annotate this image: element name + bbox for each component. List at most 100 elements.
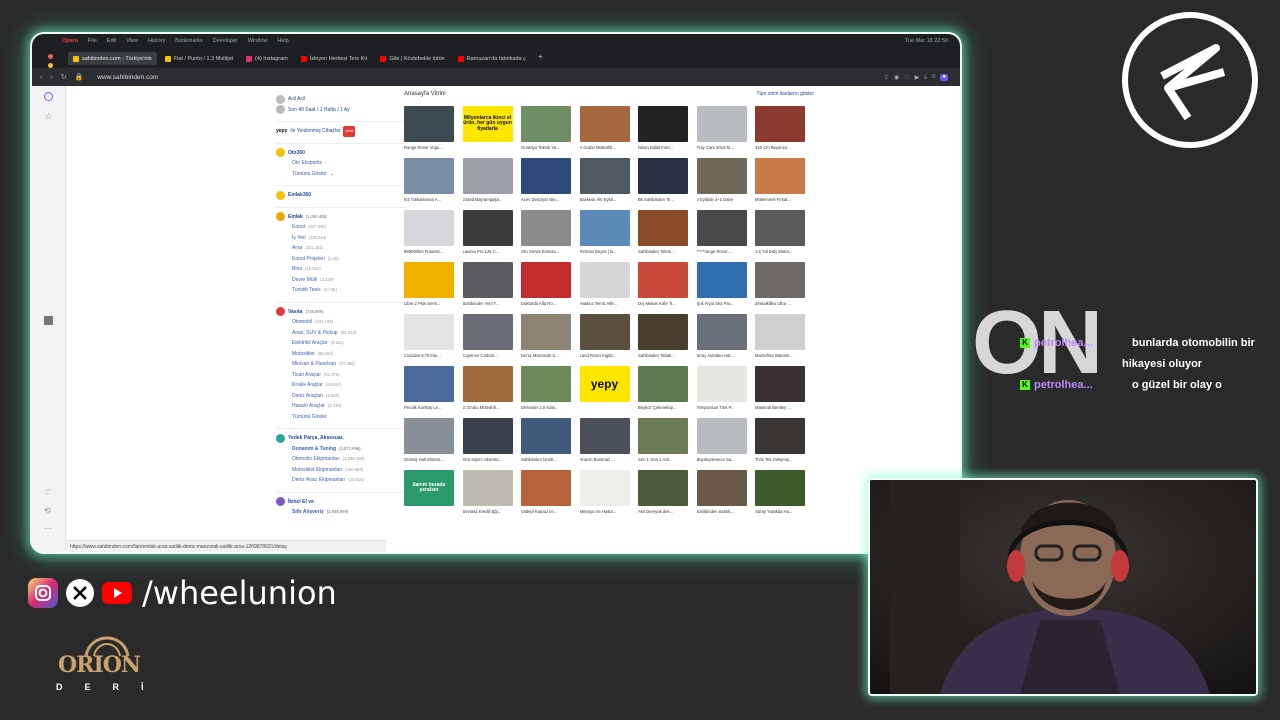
showcase-item[interactable]: Beykoz Çekmeköp... bbox=[638, 366, 688, 416]
listing-caption[interactable]: Balıkesir Altı Eylül... bbox=[580, 197, 630, 203]
category-oto360[interactable]: Oto360 bbox=[276, 148, 408, 159]
extension-icon[interactable] bbox=[44, 316, 53, 325]
listing-caption[interactable]: Sıraç Autodan Hat... bbox=[697, 353, 747, 359]
browser-tab[interactable]: sahibinden.com - Türkiye'nin bbox=[68, 52, 157, 65]
listing-thumbnail[interactable] bbox=[638, 418, 688, 454]
listing-thumbnail[interactable] bbox=[696, 418, 747, 454]
showcase-item[interactable]: Civicdan 9.70 lme... bbox=[404, 314, 454, 364]
listing-caption[interactable]: Metroya Ve Hasta... bbox=[580, 509, 630, 515]
listing-thumbnail[interactable] bbox=[462, 210, 513, 246]
showcase-item[interactable]: Sahibinden Yeni T... bbox=[462, 262, 513, 312]
showcase-item[interactable]: Şok Fiyat Sea Par... bbox=[696, 262, 747, 312]
listing-thumbnail[interactable] bbox=[462, 262, 513, 298]
browser-tab[interactable]: (4) Instagram bbox=[241, 52, 293, 65]
listing-caption[interactable]: Gümüş Hak Motors... bbox=[404, 457, 454, 463]
listing-caption[interactable]: Mazraflısz Bakımlı... bbox=[755, 353, 805, 359]
showcase-item[interactable]: Libre 2 Plus Sens... bbox=[404, 262, 454, 312]
camera-icon[interactable]: ◉ bbox=[894, 74, 899, 81]
new-tab-button[interactable]: + bbox=[534, 52, 547, 65]
listing-caption[interactable]: Pendik Kurtköy Le... bbox=[404, 405, 454, 411]
listing-caption[interactable]: Bk Sahibinden Te... bbox=[638, 197, 688, 203]
showcase-item[interactable]: *****range Rover... bbox=[696, 210, 747, 260]
forward-icon[interactable]: › bbox=[50, 74, 52, 81]
listing-caption[interactable]: 410 Cm Beyonce... bbox=[755, 145, 805, 151]
subcategory-link[interactable]: Elektrikli Araçlar (9.612) bbox=[276, 338, 408, 349]
showcase-item[interactable]: Sahibinden Tabati... bbox=[638, 314, 688, 364]
showcase-item[interactable]: Grand Bayrampaşa... bbox=[462, 158, 513, 208]
listing-thumbnail[interactable] bbox=[755, 418, 805, 454]
listing-caption[interactable]: Vadepl Karpuz im... bbox=[521, 509, 571, 515]
heart-icon[interactable]: ♡ bbox=[44, 488, 53, 497]
download-icon[interactable]: ⤓ bbox=[924, 74, 927, 81]
listing-thumbnail[interactable] bbox=[404, 418, 454, 454]
listing-thumbnail[interactable] bbox=[755, 158, 805, 194]
browser-tab[interactable]: Fiat / Punto / 1.3 Multijet bbox=[160, 52, 238, 65]
listing-caption[interactable]: Zentalkilliru Ultra ... bbox=[755, 301, 805, 307]
showcase-item[interactable]: Mazraflısz Bakımlı... bbox=[755, 314, 805, 364]
listing-caption[interactable] bbox=[463, 145, 513, 151]
subcategory-link[interactable]: Kiralık Araçlar (48.557) bbox=[276, 380, 408, 391]
listing-thumbnail[interactable]: Milyonlarca ikinci el ürün, her gün uygu… bbox=[462, 106, 513, 142]
listing-thumbnail[interactable] bbox=[579, 106, 630, 142]
listing-thumbnail[interactable] bbox=[755, 262, 805, 298]
listing-caption[interactable]: Civicdan 9.70 lme... bbox=[404, 353, 454, 359]
showcase-item[interactable]: Range Rover Vogu... bbox=[404, 106, 454, 156]
listing-caption[interactable]: Maserati Bentley ... bbox=[755, 405, 805, 411]
listing-thumbnail[interactable] bbox=[521, 106, 571, 142]
showcase-item[interactable]: Hatasız Temiz Alfe... bbox=[579, 262, 630, 312]
showcase-item[interactable]: Sen 1 Gün 1 Acil... bbox=[638, 418, 688, 468]
browser-tab[interactable]: Gibi | Köstebekle tütün bbox=[375, 52, 449, 65]
browser-tab[interactable]: İzleyen Herkesi Ters Kö bbox=[296, 52, 373, 65]
listing-thumbnail[interactable] bbox=[579, 470, 630, 506]
category-vasita[interactable]: Vasıta (738.899) bbox=[276, 307, 408, 318]
listing-thumbnail[interactable] bbox=[404, 262, 454, 298]
listing-thumbnail[interactable] bbox=[521, 158, 571, 194]
listing-caption[interactable]: Nikon Dijital Foto... bbox=[638, 145, 688, 151]
listing-thumbnail[interactable] bbox=[755, 366, 805, 402]
listing-thumbnail[interactable] bbox=[755, 314, 805, 350]
listing-caption[interactable]: Grand Bayrampaşa... bbox=[463, 197, 513, 203]
subcategory-link[interactable]: Bina (10.534) bbox=[276, 264, 408, 275]
listing-thumbnail[interactable] bbox=[462, 366, 513, 402]
listing-caption[interactable]: Tl'de Tek Gelişmiş... bbox=[755, 457, 805, 463]
listing-thumbnail[interactable] bbox=[579, 418, 630, 454]
listing-thumbnail[interactable] bbox=[404, 314, 454, 350]
category-ikinci-line2[interactable]: Sıfır Alışveriş (2.988.999) bbox=[276, 507, 408, 518]
listing-thumbnail[interactable] bbox=[696, 314, 747, 350]
showcase-item[interactable]: A Grubu Müteahh... bbox=[579, 106, 630, 156]
menu-item-edit[interactable]: Edit bbox=[107, 38, 116, 48]
listing-caption[interactable]: 4 Eylülde 3+1 Daire bbox=[697, 197, 747, 203]
close-window-icon[interactable] bbox=[48, 54, 53, 59]
showcase-item[interactable]: 4 Eylülde 3+1 Daire bbox=[696, 158, 747, 208]
back-icon[interactable]: ‹ bbox=[40, 74, 42, 81]
showcase-item[interactable]: Zentalkilliru Ultra ... bbox=[755, 262, 805, 312]
listing-thumbnail[interactable] bbox=[521, 470, 571, 506]
menu-item-help[interactable]: Help bbox=[277, 38, 288, 48]
listing-thumbnail[interactable] bbox=[696, 262, 747, 298]
listing-thumbnail[interactable] bbox=[638, 470, 688, 506]
subcategory-link[interactable]: Otomotiv Ekipmanları (1.286.109) bbox=[276, 454, 408, 465]
showcase-item[interactable]: Lavinia Pro 125 C... bbox=[462, 210, 513, 260]
subcategory-link[interactable]: Konut Projeleri (1.46) bbox=[276, 254, 408, 265]
showcase-item[interactable]: İnz Tutkunlarına A... bbox=[404, 158, 454, 208]
bookmark-icon[interactable]: ♡ bbox=[904, 74, 909, 81]
listing-thumbnail[interactable] bbox=[579, 158, 630, 194]
showcase-item[interactable]: Sahibinden Satılık... bbox=[696, 470, 747, 520]
showcase-item[interactable]: Re/max Beyaz | B... bbox=[579, 210, 630, 260]
listing-caption[interactable]: Sahibinden Satılık... bbox=[697, 509, 747, 515]
listing-thumbnail[interactable] bbox=[404, 366, 454, 402]
showcase-item[interactable]: Ktm Super Adventu... bbox=[462, 418, 513, 468]
listing-thumbnail[interactable]: ilanım burada yeralsın bbox=[404, 470, 454, 506]
listing-thumbnail[interactable] bbox=[755, 210, 805, 246]
category-emlak[interactable]: Emlak (1.290.408) bbox=[276, 212, 408, 223]
listing-thumbnail[interactable] bbox=[638, 366, 688, 402]
listing-thumbnail[interactable] bbox=[521, 262, 571, 298]
listing-caption[interactable]: Lavinia Pro 125 C... bbox=[463, 249, 513, 255]
listing-caption[interactable]: Şok Fiyat Sea Par... bbox=[697, 301, 747, 307]
listing-caption[interactable]: Defender 2.0 Kola... bbox=[521, 405, 571, 411]
showcase-item[interactable]: Akıl Dereyok den... bbox=[638, 470, 688, 520]
listing-thumbnail[interactable] bbox=[579, 262, 630, 298]
listing-thumbnail[interactable] bbox=[404, 210, 454, 246]
listing-thumbnail[interactable] bbox=[462, 158, 513, 194]
listing-thumbnail[interactable] bbox=[462, 314, 513, 350]
